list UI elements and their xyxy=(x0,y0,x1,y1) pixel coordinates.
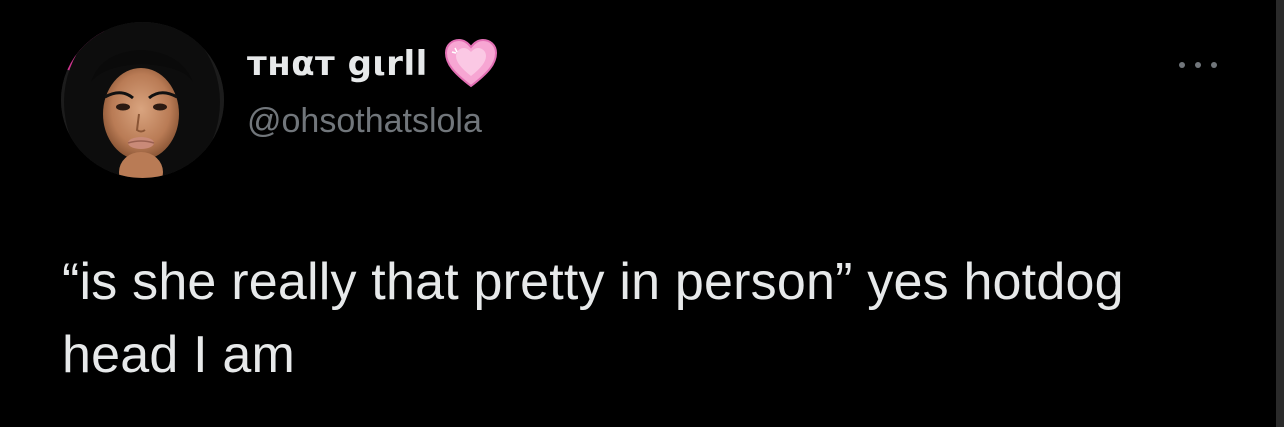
avatar[interactable] xyxy=(61,22,224,178)
handle[interactable]: @ohsothatslola xyxy=(247,102,482,141)
scrollbar[interactable] xyxy=(1276,0,1284,427)
heart-emoji-icon xyxy=(444,39,497,88)
display-name-row[interactable]: тнαт gιrll xyxy=(247,39,498,88)
more-options-button[interactable] xyxy=(1170,50,1226,80)
tweet-text: “is she really that pretty in person” ye… xyxy=(62,253,1124,384)
display-name[interactable]: тнαт gιrll xyxy=(247,44,428,84)
tweet-card: тнαт gιrll @ohsothatslola “is she really… xyxy=(0,0,1284,427)
more-options-icon xyxy=(1179,62,1217,68)
